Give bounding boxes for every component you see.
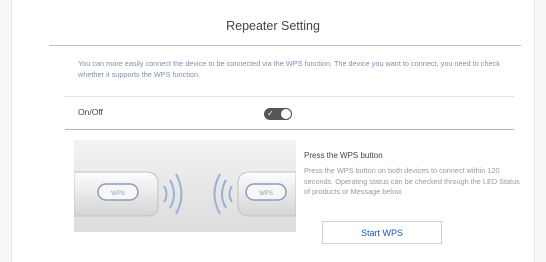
divider-bottom: [65, 129, 514, 130]
start-wps-button[interactable]: Start WPS: [322, 221, 442, 244]
onoff-label: On/Off: [78, 107, 103, 117]
wps-illustration: WPS WPS: [74, 140, 296, 232]
wps-label-left: WPS: [111, 191, 125, 197]
toggle-knob: [280, 108, 292, 120]
wps-description: You can more easily connect the device t…: [78, 59, 500, 79]
check-icon: ✓: [267, 109, 274, 118]
wps-instructions: Press the WPS button on both devices to …: [304, 166, 520, 196]
divider-top: [65, 96, 514, 97]
wps-label-right: WPS: [259, 191, 273, 197]
title-divider: [49, 45, 521, 46]
onoff-toggle[interactable]: ✓: [264, 108, 292, 120]
page-title: Repeater Setting: [226, 19, 320, 33]
settings-panel: Repeater Setting You can more easily con…: [11, 0, 535, 262]
wps-title: Press the WPS button: [304, 151, 383, 160]
